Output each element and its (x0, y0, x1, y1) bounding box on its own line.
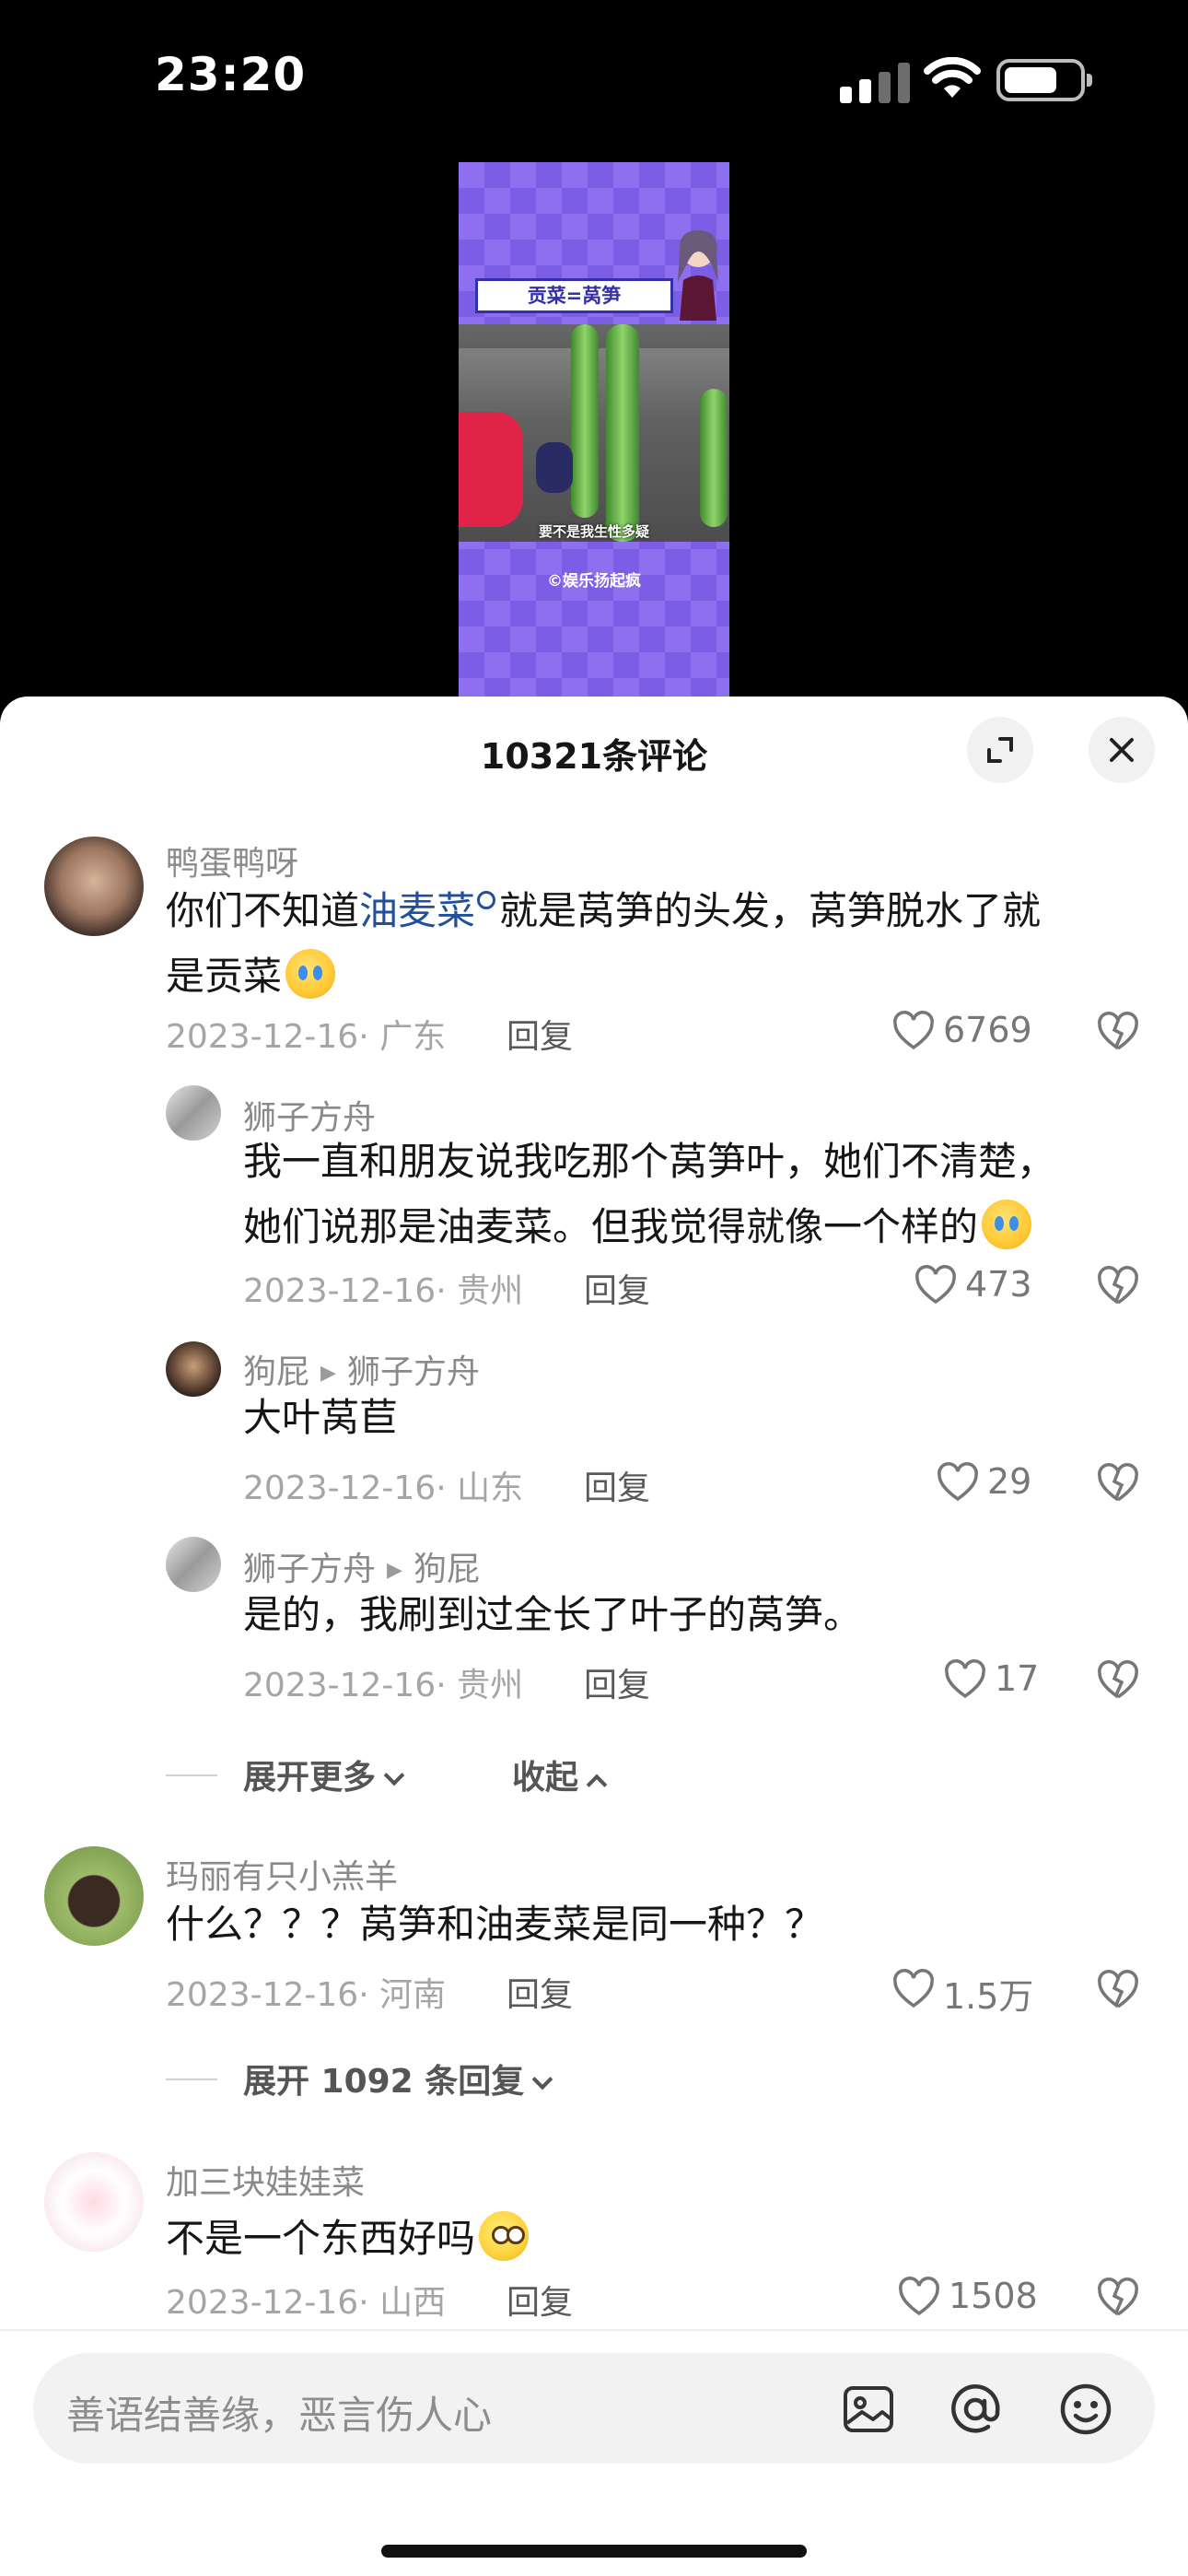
reply-button[interactable]: 回复 (584, 1461, 650, 1509)
divider-line (166, 2078, 217, 2080)
dislike-icon[interactable] (1096, 1660, 1140, 1701)
close-button[interactable] (1089, 717, 1155, 783)
cartoon-avatar-image (678, 230, 718, 321)
at-icon[interactable] (947, 2381, 1004, 2438)
dislike-icon[interactable] (1096, 1463, 1140, 1504)
reply-text: 我一直和朋友说我吃那个莴笋叶，她们不清楚， 她们说那是油麦菜。但我觉得就像一个样… (243, 1139, 1056, 1249)
reply-button[interactable]: 回复 (507, 2276, 573, 2324)
image-icon[interactable] (840, 2381, 897, 2438)
emoji-icon[interactable] (1057, 2381, 1114, 2438)
close-icon (1110, 738, 1134, 762)
video-watermark: ©娱乐扬起疯 (547, 572, 641, 591)
reply-username[interactable]: 狮子方舟 (243, 1091, 376, 1139)
avatar[interactable] (44, 1846, 144, 1946)
reply-username[interactable]: 狮子方舟 ▶ 狗屁 (243, 1542, 480, 1590)
chevron-down-icon (383, 1764, 405, 1786)
heart-icon (915, 1265, 956, 1305)
heart-icon (893, 1969, 934, 2008)
comment-text: 不是一个东西好吗 (166, 2202, 1142, 2267)
comment-username[interactable]: 鸭蛋鸭呀 (166, 837, 298, 884)
dislike-icon[interactable] (1096, 1266, 1140, 1306)
dislike-icon[interactable] (1096, 2277, 1140, 2318)
like-count: 1508 (949, 2276, 1038, 2316)
cry-worried-emoji (285, 949, 336, 999)
heart-icon (899, 2277, 939, 2316)
search-icon (477, 891, 496, 909)
reply-button[interactable]: 回复 (507, 1010, 573, 1058)
search-link[interactable]: 油麦菜 (359, 888, 475, 933)
chevron-down-icon (531, 2068, 553, 2090)
like-button[interactable]: 1508 (897, 2274, 1044, 2320)
like-count: 1.5万 (943, 1976, 1034, 2017)
like-button[interactable]: 17 (943, 1657, 1054, 1703)
avatar[interactable] (166, 1085, 221, 1141)
heart-icon (893, 1011, 934, 1050)
expand-icon (987, 737, 1013, 763)
status-bar: 23:20 (0, 0, 1188, 157)
comment-input-bar: 善语结善缘，恶言伤人心 (0, 2329, 1188, 2576)
battery-icon (996, 59, 1092, 101)
home-indicator[interactable] (381, 2545, 807, 2558)
comment-input[interactable]: 善语结善缘，恶言伤人心 (33, 2353, 1155, 2464)
comment-meta: 2023-12-16· 河南 (166, 1976, 447, 2014)
reply-to-arrow-icon: ▶ (387, 1559, 402, 1582)
reply-username[interactable]: 狗屁 ▶ 狮子方舟 (243, 1345, 480, 1393)
like-count: 17 (995, 1658, 1040, 1699)
like-count: 473 (965, 1264, 1032, 1305)
avatar[interactable] (166, 1537, 221, 1592)
like-count: 29 (987, 1461, 1032, 1502)
comment-text: 你们不知道油麦菜 就是莴笋的头发，莴笋脱水了就 是贡菜 (166, 888, 1042, 999)
comment-username[interactable]: 加三块娃娃菜 (166, 2156, 365, 2204)
reply-meta: 2023-12-16· 贵州 (243, 1667, 524, 1704)
reply-button[interactable]: 回复 (584, 1264, 650, 1312)
comment-meta: 2023-12-16· 山西 (166, 2284, 447, 2322)
video-preview[interactable]: 贡菜=莴笋 要不是我生性多疑 ©娱乐扬起疯 (459, 162, 729, 698)
like-button[interactable]: 6769 (891, 1008, 1039, 1054)
reply-text: 大叶莴苣 (243, 1395, 399, 1440)
reply-meta: 2023-12-16· 贵州 (243, 1272, 524, 1310)
video-scene-image (459, 324, 729, 542)
avatar[interactable] (44, 837, 144, 936)
heart-icon (945, 1659, 985, 1699)
collapse-button[interactable]: 收起 (512, 1751, 608, 1798)
avatar[interactable] (166, 1341, 221, 1397)
video-title-overlay: 贡菜=莴笋 (475, 278, 673, 313)
like-button[interactable]: 29 (936, 1459, 1055, 1505)
expand-more-button[interactable]: 展开更多 (243, 1751, 405, 1798)
comment-meta: 2023-12-16· 广东 (166, 1018, 447, 1056)
expand-replies-button[interactable]: 展开 1092 条回复 (243, 2055, 553, 2102)
comments-sheet: 10321条评论 鸭蛋鸭呀 你们不知道油麦菜 就是莴笋的头发，莴笋脱水了就 是贡菜… (0, 697, 1188, 2576)
like-count: 6769 (943, 1010, 1032, 1050)
like-button[interactable]: 1.5万 (891, 1966, 1039, 2017)
crying-laughing-emoji (982, 1200, 1032, 1249)
video-caption: 要不是我生性多疑 (538, 523, 649, 540)
comment-text: 什么？？？莴笋和油麦菜是同一种？？ (166, 1902, 824, 1947)
like-button[interactable]: 473 (914, 1262, 1052, 1308)
input-placeholder: 善语结善缘，恶言伤人心 (66, 2393, 493, 2438)
comment-username[interactable]: 玛丽有只小羔羊 (166, 1850, 398, 1898)
chevron-up-icon (586, 1774, 608, 1796)
wifi-icon (924, 57, 981, 98)
dislike-icon[interactable] (1096, 1012, 1140, 1052)
reply-to-arrow-icon: ▶ (320, 1362, 336, 1385)
flushed-emoji (479, 2211, 530, 2261)
status-time: 23:20 (155, 48, 307, 101)
cellular-signal-icon (840, 63, 912, 103)
reply-text: 是的，我刷到过全长了叶子的莴笋。 (243, 1592, 863, 1637)
divider-line (166, 1774, 217, 1776)
avatar[interactable] (44, 2152, 144, 2252)
reply-button[interactable]: 回复 (507, 1968, 573, 2016)
reply-meta: 2023-12-16· 山东 (243, 1469, 524, 1507)
heart-icon (938, 1462, 978, 1502)
reply-button[interactable]: 回复 (584, 1658, 650, 1706)
expand-button[interactable] (967, 717, 1033, 783)
dislike-icon[interactable] (1096, 1970, 1140, 2010)
